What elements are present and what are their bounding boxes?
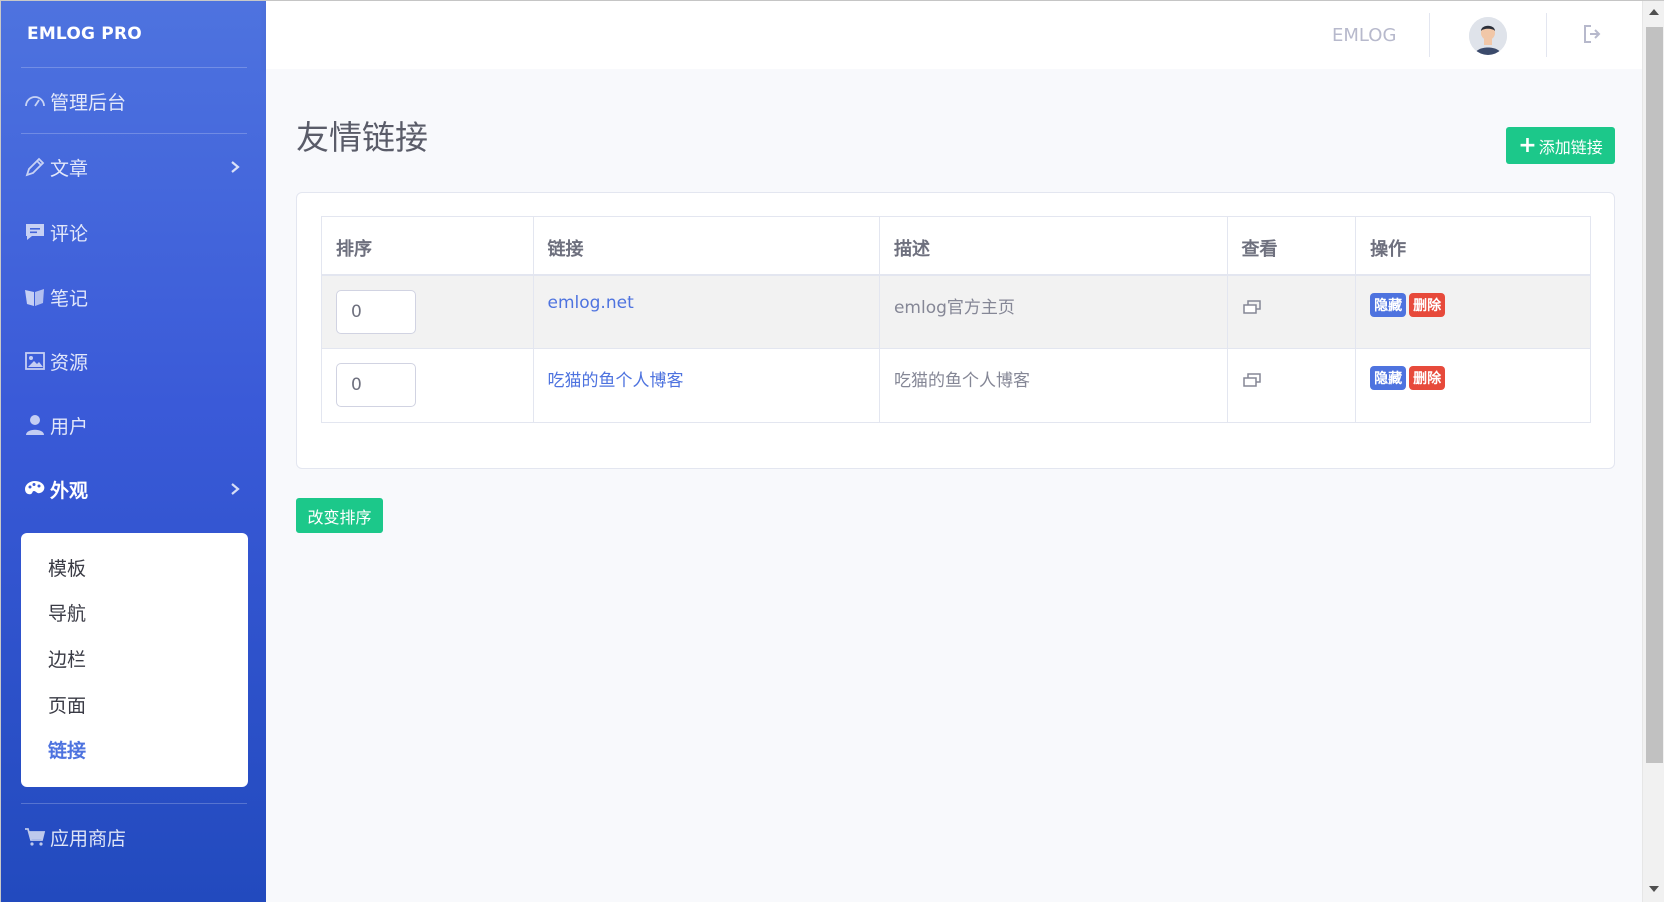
column-header-actions: 操作 xyxy=(1355,216,1591,276)
comment-icon xyxy=(21,221,49,243)
table-row: 吃猫的鱼个人博客 吃猫的鱼个人博客 隐藏删除 xyxy=(321,348,1591,423)
scrollbar-thumb[interactable] xyxy=(1646,27,1663,763)
sidebar-item-label: 应用商店 xyxy=(50,827,127,850)
sidebar-item-label: 评论 xyxy=(50,222,89,245)
submenu-item-links[interactable]: 链接 xyxy=(48,736,86,763)
dashboard-icon xyxy=(21,90,49,112)
description-cell: 吃猫的鱼个人博客 xyxy=(878,348,1228,423)
submenu-item-pages[interactable]: 页面 xyxy=(48,691,86,718)
sidebar-item-label: 资源 xyxy=(50,351,89,374)
scroll-down-icon[interactable] xyxy=(1649,886,1659,892)
pencil-icon xyxy=(21,156,49,178)
column-header-link: 链接 xyxy=(532,216,880,276)
sidebar-item-appearance[interactable]: 外观 xyxy=(21,469,247,509)
sidebar-item-comments[interactable]: 评论 xyxy=(21,212,247,252)
actions-cell: 隐藏 删除 xyxy=(1355,274,1591,349)
site-name-link[interactable]: EMLOG xyxy=(1332,25,1396,46)
avatar-icon xyxy=(1469,17,1507,55)
sidebar-item-label: 用户 xyxy=(50,415,89,438)
vertical-scrollbar[interactable] xyxy=(1642,1,1664,902)
table-header-row: 排序 链接 描述 查看 操作 xyxy=(321,216,1591,276)
submenu-item-navigation[interactable]: 导航 xyxy=(48,599,86,626)
sidebar-item-label: 笔记 xyxy=(50,287,89,310)
change-order-button[interactable]: 改变排序 xyxy=(296,498,383,533)
brand-logo[interactable]: EMLOG PRO xyxy=(27,24,142,44)
sidebar-item-app-store[interactable]: 应用商店 xyxy=(21,817,247,857)
sidebar-item-label: 外观 xyxy=(50,479,89,502)
order-cell xyxy=(321,274,534,349)
palette-icon xyxy=(21,478,49,500)
avatar[interactable] xyxy=(1469,17,1507,55)
add-link-label: 添加链接 xyxy=(1538,137,1603,157)
sidebar-divider xyxy=(21,133,247,134)
sidebar-item-users[interactable]: 用户 xyxy=(21,405,247,445)
link-name[interactable]: emlog.net xyxy=(548,293,634,313)
sidebar-item-articles[interactable]: 文章 xyxy=(21,147,247,187)
submenu-item-templates[interactable]: 模板 xyxy=(48,554,86,581)
hide-button[interactable]: 隐藏 xyxy=(1370,292,1407,317)
hide-button[interactable]: 隐藏 xyxy=(1370,366,1407,390)
main-content: 友情链接 + 添加链接 排序 链接 描述 查看 操作 0 emlog.net e… xyxy=(266,69,1642,902)
sidebar-item-resources[interactable]: 资源 xyxy=(21,341,247,381)
image-icon xyxy=(21,350,49,372)
sidebar-item-label: 管理后台 xyxy=(50,91,127,114)
scroll-up-icon[interactable] xyxy=(1649,9,1659,15)
delete-button[interactable]: 删除 xyxy=(1409,366,1446,390)
add-link-button[interactable]: + 添加链接 xyxy=(1506,127,1615,164)
links-card: 排序 链接 描述 查看 操作 emlog.net xyxy=(296,192,1615,469)
note-icon xyxy=(21,286,49,308)
logout-icon[interactable] xyxy=(1581,23,1603,45)
sidebar: EMLOG PRO 管理后台 文章 评论 笔记 资源 用户 外观 模板 导航 边… xyxy=(1,1,266,902)
appearance-submenu: 模板 导航 边栏 页面 链接 xyxy=(21,533,248,787)
order-cell xyxy=(321,348,534,423)
view-cell xyxy=(1226,274,1357,349)
cart-icon xyxy=(21,826,49,848)
topbar: EMLOG xyxy=(266,1,1642,69)
link-name[interactable]: 吃猫的鱼个人博客 xyxy=(548,371,684,391)
order-input[interactable] xyxy=(336,289,416,334)
sidebar-item-dashboard[interactable]: 管理后台 xyxy=(21,81,247,121)
view-cell xyxy=(1226,348,1357,423)
description-cell: emlog官方主页 xyxy=(878,274,1228,349)
column-header-description: 描述 xyxy=(878,216,1228,276)
external-window-icon[interactable] xyxy=(1242,372,1262,388)
link-cell: 吃猫的鱼个人博客 xyxy=(532,348,880,423)
sidebar-divider xyxy=(21,67,247,68)
chevron-right-icon xyxy=(231,161,240,173)
delete-button[interactable]: 删除 xyxy=(1409,292,1446,317)
plus-icon: + xyxy=(1518,132,1537,158)
sidebar-divider xyxy=(21,803,247,804)
sidebar-item-label: 文章 xyxy=(50,157,89,180)
column-header-view: 查看 xyxy=(1226,216,1357,276)
page-title: 友情链接 xyxy=(296,118,428,157)
order-input[interactable] xyxy=(336,363,416,407)
sidebar-item-notes[interactable]: 笔记 xyxy=(21,277,247,317)
link-cell: emlog.net xyxy=(532,274,880,349)
topbar-divider xyxy=(1429,13,1430,57)
chevron-right-icon xyxy=(231,483,240,495)
topbar-divider xyxy=(1546,13,1547,57)
links-table: 排序 链接 描述 查看 操作 emlog.net xyxy=(321,216,1591,423)
table-row: emlog.net emlog官方主页 隐藏删除 xyxy=(321,274,1591,349)
submenu-item-sidebar[interactable]: 边栏 xyxy=(48,645,86,672)
actions-cell: 隐藏 删除 xyxy=(1355,348,1591,423)
external-window-icon[interactable] xyxy=(1242,299,1262,315)
user-icon xyxy=(21,414,49,436)
column-header-order: 排序 xyxy=(321,216,534,276)
app-window: EMLOG PRO 管理后台 文章 评论 笔记 资源 用户 外观 模板 导航 边… xyxy=(0,0,1664,902)
